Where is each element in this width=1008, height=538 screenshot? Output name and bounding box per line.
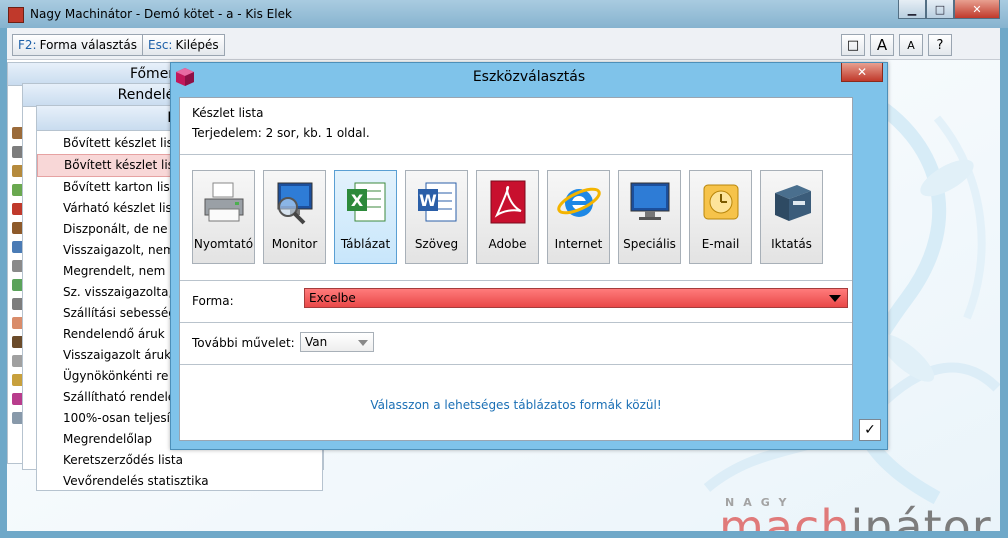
- machinator-logo: NAGY machinátor: [719, 494, 992, 531]
- esc-key-label: Esc:: [148, 38, 173, 52]
- further-action-label: További művelet:: [192, 336, 295, 350]
- scope-text: Terjedelem: 2 sor, kb. 1 oldal.: [192, 126, 370, 140]
- monitor-search-icon: [277, 182, 312, 225]
- app-icon: [8, 7, 24, 23]
- hint-text: Válasszon a lehetséges táblázatos formák…: [370, 398, 662, 412]
- svg-text:X: X: [350, 191, 363, 210]
- tool-label: Monitor: [271, 237, 318, 251]
- excel-tool-button[interactable]: X Táblázat: [334, 170, 397, 264]
- separator: [180, 280, 852, 281]
- logo-big-text: machinátor: [719, 500, 992, 531]
- archive-tool-button[interactable]: Iktatás: [760, 170, 823, 264]
- mail-icon: [703, 184, 738, 220]
- printer-tool-button[interactable]: Nyomtató: [192, 170, 255, 264]
- font-large-button[interactable]: A: [870, 34, 894, 56]
- tool-label: Táblázat: [340, 237, 391, 251]
- toolbar: F2: Forma választás Esc: Kilépés □ A A ?: [7, 28, 1000, 60]
- tool-label: Speciális: [623, 237, 676, 251]
- logo-part1: mach: [719, 500, 851, 531]
- further-action-select[interactable]: Van: [300, 332, 374, 352]
- tool-label: Internet: [554, 237, 603, 251]
- printer-icon: [204, 182, 243, 222]
- maximize-button[interactable]: □: [926, 0, 954, 19]
- tool-label: E-mail: [701, 237, 740, 251]
- font-small-button[interactable]: A: [899, 34, 923, 56]
- forma-select[interactable]: Excelbe: [304, 288, 848, 308]
- tool-label: Adobe: [488, 237, 527, 251]
- list-item[interactable]: Keretszerződés lista: [37, 450, 322, 471]
- word-icon: W: [417, 182, 456, 222]
- help-button[interactable]: ?: [928, 34, 952, 56]
- dialog-close-button[interactable]: ✕: [841, 63, 883, 82]
- dialog-title: Eszközválasztás: [472, 69, 586, 85]
- monitor-icon: [630, 182, 669, 220]
- special-tool-button[interactable]: Speciális: [618, 170, 681, 264]
- logo-part2: inátor: [850, 500, 992, 531]
- tool-label: Iktatás: [771, 237, 812, 251]
- dialog-body: Készlet lista Terjedelem: 2 sor, kb. 1 o…: [179, 97, 853, 441]
- further-action-value: Van: [305, 335, 328, 349]
- tool-select-dialog: Eszközválasztás ✕ Készlet lista Terjedel…: [170, 62, 888, 450]
- window-titlebar: Nagy Machinátor - Demó kötet - a - Kis E…: [0, 0, 1008, 28]
- separator: [180, 364, 852, 365]
- window-mode-button[interactable]: □: [841, 34, 865, 56]
- forma-label: Forma:: [192, 294, 234, 308]
- minimize-button[interactable]: ▁: [898, 0, 926, 19]
- tool-label: Szöveg: [414, 237, 459, 251]
- exit-label: Kilépés: [175, 38, 219, 52]
- separator: [180, 154, 852, 155]
- form-select-button[interactable]: F2: Forma választás: [12, 34, 143, 56]
- archive-icon: [774, 185, 811, 221]
- form-select-label: Forma választás: [39, 38, 137, 52]
- f2-key-label: F2:: [18, 38, 37, 52]
- close-button[interactable]: ✕: [954, 0, 1000, 19]
- window-title: Nagy Machinátor - Demó kötet - a - Kis E…: [30, 7, 292, 21]
- list-item[interactable]: Vevőrendelés statisztika: [37, 471, 322, 492]
- tool-buttons: Nyomtató Monitor X Táblázat W Szöveg Ado…: [192, 170, 831, 264]
- internet-tool-button[interactable]: Internet: [547, 170, 610, 264]
- exit-button[interactable]: Esc: Kilépés: [142, 34, 225, 56]
- chevron-down-icon: [829, 295, 841, 302]
- monitor-tool-button[interactable]: Monitor: [263, 170, 326, 264]
- list-name: Készlet lista: [192, 106, 264, 120]
- chevron-down-icon: [358, 340, 368, 346]
- email-tool-button[interactable]: E-mail: [689, 170, 752, 264]
- word-tool-button[interactable]: W Szöveg: [405, 170, 468, 264]
- internet-explorer-icon: [556, 187, 601, 217]
- adobe-icon: [490, 180, 525, 224]
- forma-value: Excelbe: [309, 291, 356, 305]
- adobe-tool-button[interactable]: Adobe: [476, 170, 539, 264]
- ok-button[interactable]: ✓: [859, 419, 881, 441]
- svg-text:W: W: [419, 191, 437, 210]
- tool-label: Nyomtató: [193, 237, 254, 251]
- excel-icon: X: [346, 182, 385, 222]
- separator: [180, 322, 852, 323]
